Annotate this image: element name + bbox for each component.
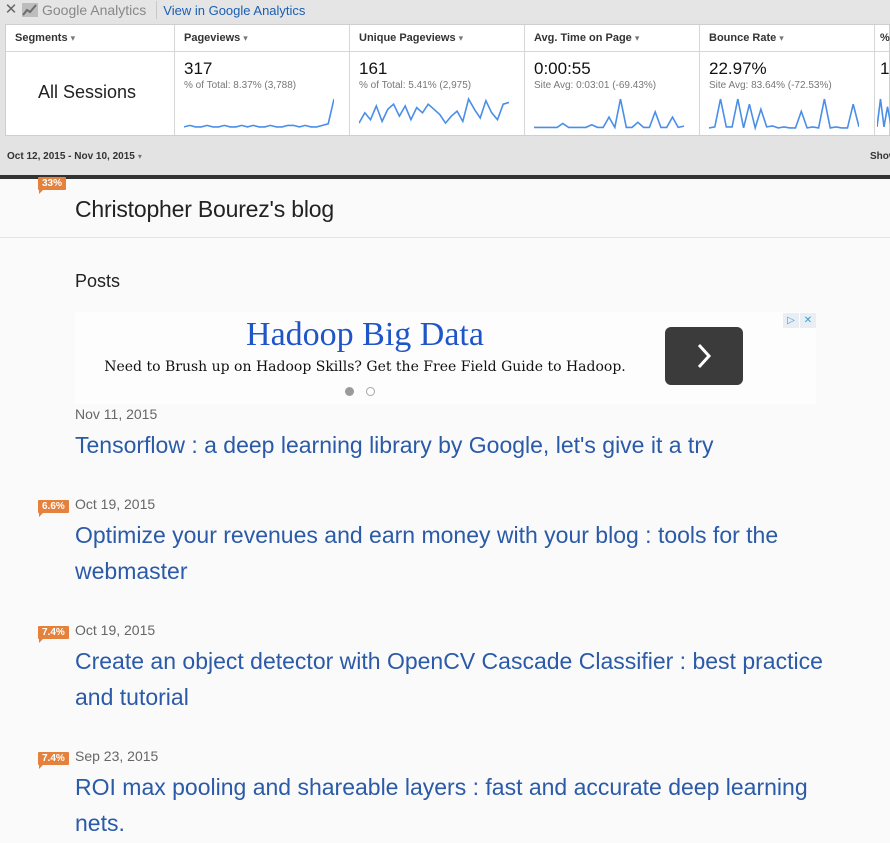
metric-bounce-rate: Bounce Rate ▾ 22.97% Site Avg: 83.64% (-7… xyxy=(700,25,875,135)
ad-text: Need to Brush up on Hadoop Skills? Get t… xyxy=(104,359,626,375)
chevron-right-icon xyxy=(697,343,712,369)
caret-down-icon: ▾ xyxy=(779,33,784,43)
sparkline xyxy=(359,97,509,125)
posts-heading: Posts xyxy=(75,271,121,291)
ga-logo-text: Google Analytics xyxy=(42,2,147,18)
caret-down-icon: ▾ xyxy=(634,33,640,43)
metric-value: 22.97% xyxy=(709,59,767,78)
ga-stats-panel: Segments ▾ All Sessions Pageviews ▾ 317 % … xyxy=(0,20,890,176)
caret-down-icon: ▾ xyxy=(70,33,76,43)
post-title-link[interactable]: Create an object detector with OpenCV Ca… xyxy=(75,643,835,715)
segments-header[interactable]: Segments ▾ xyxy=(6,25,174,52)
close-icon[interactable]: ✕ xyxy=(0,1,22,19)
sparkline-series xyxy=(359,97,509,125)
adchoices-icon[interactable]: ▷ ✕ xyxy=(783,313,816,328)
post-date: Nov 11, 2015 xyxy=(75,406,158,422)
header-divider xyxy=(0,237,890,238)
click-percent-badge: 7.4% xyxy=(38,626,69,643)
segments-label: Segments xyxy=(15,32,68,44)
metric-unique-pageviews: Unique Pageviews ▾ 161 % of Total: 5.41% … xyxy=(350,25,525,135)
metric-value: 317 xyxy=(184,59,213,78)
post-title-link[interactable]: ROI max pooling and shareable layers : f… xyxy=(75,769,835,841)
sparkline-series xyxy=(184,98,334,128)
metric-value: 0:00:55 xyxy=(534,59,591,78)
metric-label: Bounce Rate xyxy=(709,32,777,44)
metric-avg-time: Avg. Time on Page ▾ 0:00:55 Site Avg: 0:0… xyxy=(525,25,700,135)
ga-metrics-table: Segments ▾ All Sessions Pageviews ▾ 317 % … xyxy=(5,24,890,136)
metric-header[interactable]: Pageviews ▾ xyxy=(175,25,349,52)
metric-comparison: % of Total: 8.37% (3,788) xyxy=(184,80,297,91)
caret-down-icon: ▾ xyxy=(137,152,142,161)
click-percent-badge: 7.4% xyxy=(38,752,69,769)
date-range-label: Oct 12, 2015 - Nov 10, 2015 xyxy=(7,151,135,162)
ad-carousel-dot[interactable] xyxy=(366,387,375,396)
blog-title[interactable]: Christopher Bourez's blog xyxy=(75,196,334,223)
caret-down-icon: ▾ xyxy=(243,33,248,43)
post-title-link[interactable]: Optimize your revenues and earn money wi… xyxy=(75,517,835,589)
ad-carousel-dot[interactable] xyxy=(345,387,354,396)
post-date: Oct 19, 2015 xyxy=(75,622,156,638)
post-date: Sep 23, 2015 xyxy=(75,748,159,764)
metric-header[interactable]: Unique Pageviews ▾ xyxy=(350,25,524,52)
metric-header[interactable]: Bounce Rate ▾ xyxy=(700,25,874,52)
metric-header[interactable]: Avg. Time on Page ▾ xyxy=(525,25,699,52)
metric-comparison: % of Total: 5.41% (2,975) xyxy=(359,80,472,91)
sparkline xyxy=(709,98,859,131)
date-range-picker[interactable]: Oct 12, 2015 - Nov 10, 2015 ▾ xyxy=(7,151,142,162)
adchoices-play-icon[interactable]: ▷ xyxy=(783,313,799,328)
metric-label: Avg. Time on Page xyxy=(534,32,632,44)
ad-title[interactable]: Hadoop Big Data xyxy=(75,316,655,354)
overlay-divider xyxy=(0,175,890,179)
sparkline xyxy=(184,98,334,128)
google-analytics-logo-icon xyxy=(22,3,38,17)
ad-next-button[interactable] xyxy=(665,327,743,385)
metric-label: Unique Pageviews xyxy=(359,32,456,44)
metric-comparison: Site Avg: 83.64% (-72.53%) xyxy=(709,80,832,91)
metric-label: % xyxy=(880,32,890,44)
toolbar-divider xyxy=(156,1,158,19)
sparkline xyxy=(534,98,684,130)
segments-column: Segments ▾ All Sessions xyxy=(6,25,175,135)
view-in-ga-link[interactable]: View in Google Analytics xyxy=(163,3,305,18)
metric-pageviews: Pageviews ▾ 317 % of Total: 8.37% (3,788) xyxy=(175,25,350,135)
segment-value: All Sessions xyxy=(37,81,137,102)
post-title-link[interactable]: Tensorflow : a deep learning library by … xyxy=(75,427,835,463)
click-percent-badge: 6.6% xyxy=(38,500,69,517)
caret-down-icon: ▾ xyxy=(458,33,464,43)
ga-date-row: Oct 12, 2015 - Nov 10, 2015▾ Show xyxy=(0,147,890,167)
metric-comparison: Site Avg: 0:03:01 (-69.43%) xyxy=(534,80,657,91)
sparkline-series xyxy=(877,98,890,128)
sparkline xyxy=(877,98,890,128)
ad-banner[interactable]: Hadoop Big Data Need to Brush up on Hado… xyxy=(75,312,816,404)
metric-header[interactable]: % xyxy=(875,25,890,52)
sparkline-series xyxy=(534,98,684,130)
post-date: Oct 19, 2015 xyxy=(75,496,156,512)
sparkline-series xyxy=(709,98,859,131)
show-control[interactable]: Show xyxy=(870,151,890,162)
click-percent-badge: 33% xyxy=(38,177,67,194)
ga-toolbar: ✕ Google Analytics View in Google Analyt… xyxy=(0,0,890,20)
metric-truncated: % 1 xyxy=(875,25,890,135)
metric-value: 1 xyxy=(880,59,890,78)
metric-label: Pageviews xyxy=(184,32,241,44)
metric-value: 161 xyxy=(359,59,388,78)
adchoices-close-icon[interactable]: ✕ xyxy=(800,313,816,328)
